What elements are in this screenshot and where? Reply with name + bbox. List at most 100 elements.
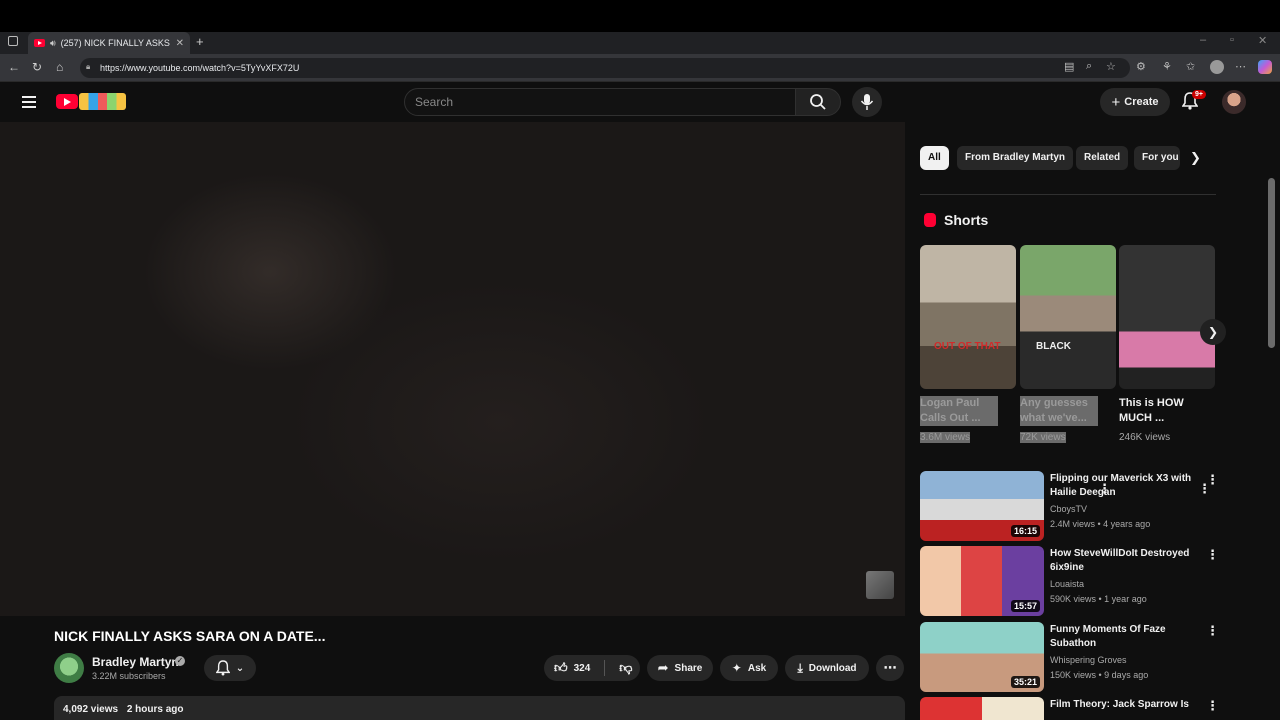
view-count: 4,092 views xyxy=(63,704,119,715)
minimize-icon[interactable]: – xyxy=(1200,34,1206,46)
chip-all[interactable]: All xyxy=(920,146,949,170)
search-input[interactable]: Search xyxy=(404,88,796,116)
chip-related[interactable]: Related xyxy=(1076,146,1129,170)
download-button[interactable]: ⤓ Download xyxy=(785,655,869,681)
url-field[interactable]: 🔒︎ https://www.youtube.com/watch?v=5TyYv… xyxy=(80,58,1130,78)
shorts-next-button[interactable]: ❯ xyxy=(1200,319,1226,345)
tab-title: (257) NICK FINALLY ASKS SA xyxy=(60,38,171,48)
video-thumbnail[interactable]: 16:15 xyxy=(920,471,1044,541)
duration-badge: 16:15 xyxy=(1010,525,1040,537)
menu-icon[interactable] xyxy=(22,96,36,111)
video-thumbnail[interactable]: 35:21 xyxy=(920,622,1044,692)
browser-tab[interactable]: 🔊︎ (257) NICK FINALLY ASKS SA ✕ xyxy=(28,32,190,54)
copilot-icon[interactable] xyxy=(1258,60,1272,74)
split-icon[interactable]: ⚘ xyxy=(1162,60,1172,73)
short-thumb-text: OUT OF THAT xyxy=(934,341,1001,352)
url-text: https://www.youtube.com/watch?v=5TyYvXFX… xyxy=(100,63,300,73)
short-thumb-text: BLACK xyxy=(1036,341,1071,352)
video-title[interactable]: Flipping our Maverick X3 with Hailie Dee… xyxy=(1050,472,1198,500)
short-views: 246K views xyxy=(1119,432,1171,443)
restore-icon[interactable]: ▫ xyxy=(1230,34,1234,46)
tab-close-icon[interactable]: ✕ xyxy=(176,38,184,49)
kebab-menu-icon[interactable]: ⋮ xyxy=(1206,698,1219,714)
post-time: 2 hours ago xyxy=(126,704,184,715)
chip-from-channel[interactable]: From Bradley Martyn xyxy=(957,146,1074,170)
video-meta: 2.4M views • 4 years ago xyxy=(1050,519,1151,529)
video-title[interactable]: How SteveWillDoIt Destroyed 6ix9ine xyxy=(1050,547,1198,575)
notification-badge: 9+ xyxy=(1192,90,1206,99)
search-icon xyxy=(810,94,826,110)
speaker-icon[interactable]: 🔊︎ xyxy=(50,38,56,49)
download-label: Download xyxy=(808,662,857,674)
thumbs-down-icon[interactable]: 👎︎ xyxy=(619,660,632,676)
short-title[interactable]: Any guesses what we've... xyxy=(1020,396,1098,426)
account-avatar[interactable] xyxy=(1222,90,1246,114)
video-thumbnail[interactable] xyxy=(920,697,1044,720)
short-views: 72K views xyxy=(1020,432,1066,443)
zoom-icon[interactable]: ⌕ xyxy=(1086,60,1092,73)
short-thumbnail[interactable]: OUT OF THAT xyxy=(920,245,1016,389)
channel-name[interactable]: Whispering Groves xyxy=(1050,655,1127,665)
kebab-menu-icon[interactable]: ⋮ xyxy=(1206,547,1219,563)
reader-icon[interactable]: ▤ xyxy=(1064,60,1074,73)
channel-name[interactable]: Louaista xyxy=(1050,579,1084,589)
address-bar-row: ← ↻ ⌂ 🔒︎ https://www.youtube.com/watch?v… xyxy=(0,54,1280,82)
video-title[interactable]: Film Theory: Jack Sparrow Is xyxy=(1050,698,1198,712)
share-label: Share xyxy=(674,662,703,674)
chevron-down-icon: ⌄ xyxy=(235,662,245,674)
channel-name[interactable]: Bradley Martyn xyxy=(92,655,179,669)
back-icon[interactable]: ← xyxy=(8,60,20,74)
search-button[interactable] xyxy=(795,88,841,116)
voice-search-button[interactable] xyxy=(852,87,882,117)
tab-actions-icon[interactable] xyxy=(8,36,18,46)
share-button[interactable]: ➦ Share xyxy=(647,655,713,681)
chip-for-you[interactable]: For you xyxy=(1134,146,1180,170)
doodle-logo xyxy=(79,93,126,110)
more-actions-button[interactable]: ⋯ xyxy=(876,655,904,681)
kebab-menu-icon[interactable]: ⋮ xyxy=(1206,623,1219,639)
channel-avatar[interactable] xyxy=(54,653,84,683)
video-meta: 150K views • 9 days ago xyxy=(1050,670,1149,680)
create-label: Create xyxy=(1124,96,1159,108)
description-box[interactable]: 4,092 views 2 hours ago xyxy=(54,696,905,720)
home-icon[interactable]: ⌂ xyxy=(56,60,63,74)
new-tab-icon[interactable]: + xyxy=(196,34,204,49)
duration-badge: 35:21 xyxy=(1010,676,1040,688)
lock-icon: 🔒︎ xyxy=(86,62,91,71)
short-thumbnail[interactable] xyxy=(1119,245,1215,389)
verified-check-icon: ✓ xyxy=(175,656,185,666)
video-meta: 590K views • 1 year ago xyxy=(1050,594,1147,604)
mic-icon xyxy=(860,94,874,110)
subscribe-bell-button[interactable]: ⌄ xyxy=(204,655,256,681)
close-window-icon[interactable]: ✕ xyxy=(1258,34,1267,47)
chevron-right-icon[interactable]: ❯ xyxy=(1190,150,1201,166)
extensions-icon[interactable]: ⚙ xyxy=(1136,60,1146,73)
shorts-heading: Shorts xyxy=(944,212,989,228)
more-icon[interactable]: ⋯ xyxy=(1235,60,1246,73)
like-button[interactable]: 👍︎ 324 xyxy=(554,660,590,676)
kebab-menu-icon[interactable]: ⋮ xyxy=(1206,472,1219,488)
like-dislike-group: 👍︎ 324 👎︎ xyxy=(544,655,640,681)
video-thumbnail[interactable]: 15:57 xyxy=(920,546,1044,616)
favorites-icon[interactable]: ✩ xyxy=(1186,60,1195,73)
player-overlay-thumbnail[interactable] xyxy=(866,571,894,599)
share-arrow-icon: ➦ xyxy=(657,660,669,675)
ask-button[interactable]: ✦ Ask xyxy=(720,655,778,681)
short-thumbnail[interactable]: BLACK xyxy=(1020,245,1116,389)
short-title[interactable]: This is HOW MUCH ... xyxy=(1119,396,1197,426)
bell-icon xyxy=(215,660,230,676)
youtube-logo[interactable] xyxy=(56,92,128,112)
favorite-star-icon[interactable]: ☆ xyxy=(1106,60,1116,73)
create-button[interactable]: + Create xyxy=(1100,88,1170,116)
video-player[interactable] xyxy=(0,122,905,616)
browser-tab-strip: 🔊︎ (257) NICK FINALLY ASKS SA ✕ + – ▫ ✕ xyxy=(0,32,1280,54)
sidebar-divider xyxy=(920,194,1216,195)
short-title[interactable]: Logan Paul Calls Out ... xyxy=(920,396,998,426)
video-title: NICK FINALLY ASKS SARA ON A DATE... xyxy=(54,628,326,644)
video-title[interactable]: Funny Moments Of Faze Subathon xyxy=(1050,623,1198,651)
plus-icon: + xyxy=(1111,93,1121,111)
page-scrollbar[interactable] xyxy=(1268,178,1275,348)
profile-icon[interactable] xyxy=(1210,60,1224,74)
reload-icon[interactable]: ↻ xyxy=(32,60,42,74)
channel-name[interactable]: CboysTV xyxy=(1050,504,1087,514)
